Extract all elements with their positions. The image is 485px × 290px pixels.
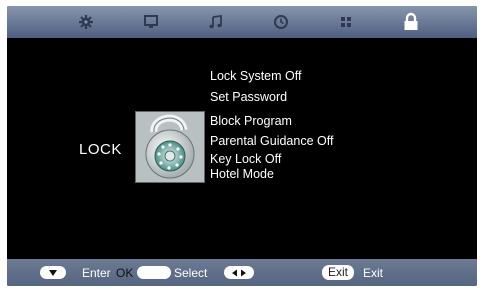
menu-item-parental-guidance[interactable]: Parental Guidance Off <box>210 134 333 148</box>
enter-hint: Enter <box>82 266 111 280</box>
ok-hint: OK <box>116 266 134 280</box>
key-hint-bar: Enter OK Select Exit Exit <box>7 259 477 286</box>
menu-item-block-program[interactable]: Block Program <box>210 114 292 128</box>
padlock-icon[interactable] <box>399 11 423 33</box>
grid-icon[interactable] <box>335 11 357 33</box>
menu-item-lock-system[interactable]: Lock System Off <box>210 69 301 83</box>
page-title: LOCK <box>79 141 122 158</box>
gear-icon[interactable] <box>75 11 97 33</box>
ok-key-icon <box>137 266 171 279</box>
exit-key-icon: Exit <box>322 265 354 280</box>
music-note-icon[interactable] <box>205 11 227 33</box>
menu-tab-bar <box>7 6 477 38</box>
menu-item-key-lock[interactable]: Key Lock Off <box>210 152 281 166</box>
lock-menu-panel: LOCK Lock System Off Set Password Block … <box>7 38 477 258</box>
select-hint: Select <box>174 266 208 280</box>
monitor-icon[interactable] <box>140 11 162 33</box>
exit-hint: Exit <box>363 266 384 280</box>
combination-lock-icon <box>135 111 205 183</box>
menu-item-hotel-mode[interactable]: Hotel Mode <box>210 167 274 181</box>
left-right-key-icon <box>224 266 254 279</box>
menu-item-set-password[interactable]: Set Password <box>210 90 287 104</box>
tv-screen: LOCK Lock System Off Set Password Block … <box>7 6 477 286</box>
down-key-icon <box>40 266 66 279</box>
clock-icon[interactable] <box>270 11 292 33</box>
